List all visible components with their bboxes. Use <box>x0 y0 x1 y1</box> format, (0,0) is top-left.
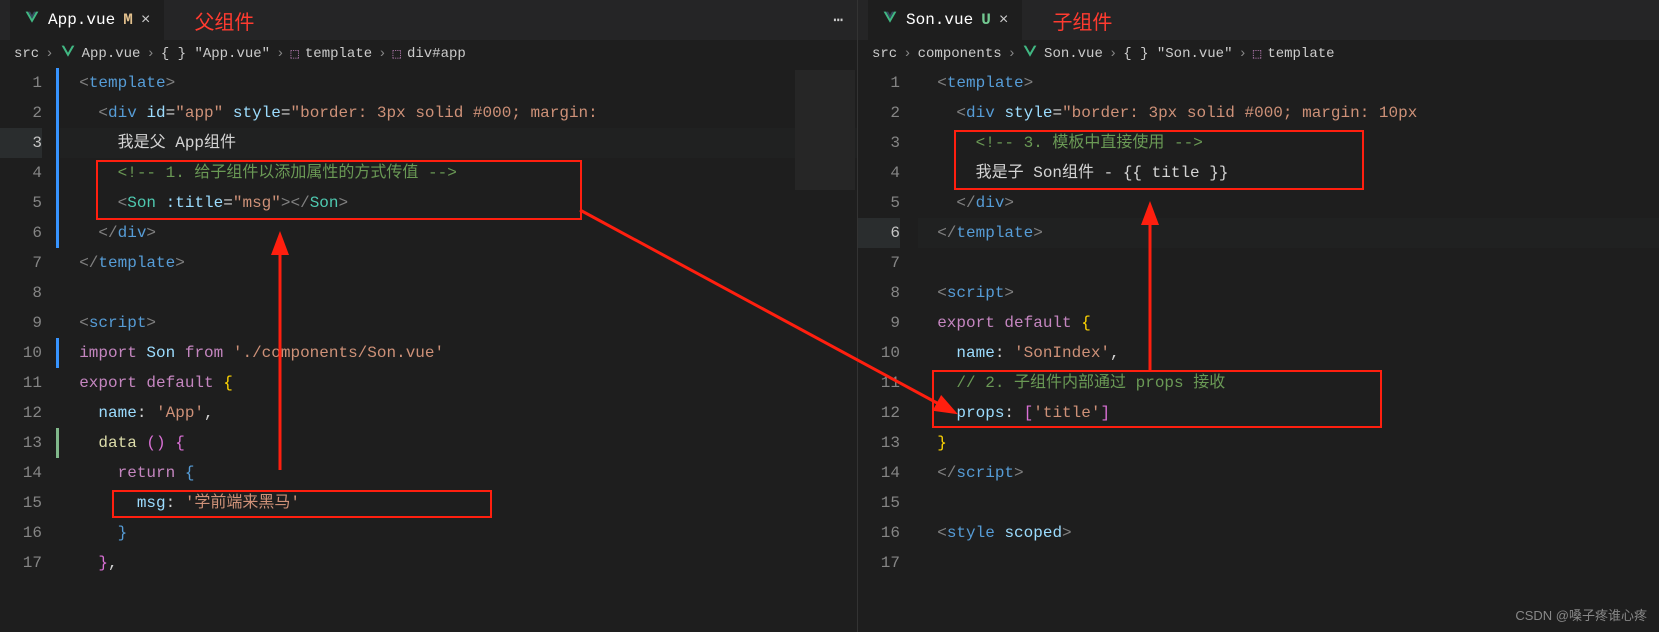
vue-icon <box>882 10 898 31</box>
vue-icon <box>60 44 76 65</box>
tab-son-vue[interactable]: Son.vue U × <box>868 0 1022 40</box>
line-gutter: 1 2 3 4 5 6 7 8 9 10 11 12 13 14 15 16 1… <box>0 68 60 632</box>
symbol-icon: ⬚ <box>1253 46 1261 63</box>
tabbar-right: Son.vue U × 子组件 <box>858 0 1659 40</box>
vue-icon <box>1022 44 1038 65</box>
code-area-right[interactable]: 1234 5678 9101112 1314151617 <template> … <box>858 68 1659 632</box>
close-icon[interactable]: × <box>999 11 1009 29</box>
close-icon[interactable]: × <box>141 11 151 29</box>
code-area-left[interactable]: 1 2 3 4 5 6 7 8 9 10 11 12 13 14 15 16 1… <box>0 68 857 632</box>
minimap[interactable] <box>795 70 855 190</box>
tab-filename: Son.vue <box>906 11 973 29</box>
vue-icon <box>24 10 40 31</box>
symbol-icon: ⬚ <box>290 46 298 63</box>
breadcrumb-right[interactable]: src› components› Son.vue› { } "Son.vue"›… <box>858 40 1659 68</box>
code-content-left[interactable]: <template> <div id="app" style="border: … <box>60 68 857 632</box>
git-modified-badge: M <box>123 11 133 29</box>
editor-panel-left: App.vue M × 父组件 ⋯ src› App.vue› { } "App… <box>0 0 858 632</box>
code-content-right[interactable]: <template> <div style="border: 3px solid… <box>918 68 1659 632</box>
code-comment: // 2. 子组件内部通过 props 接收 <box>956 374 1225 392</box>
tabbar-left: App.vue M × 父组件 ⋯ <box>0 0 857 40</box>
tab-app-vue[interactable]: App.vue M × <box>10 0 164 40</box>
annotation-child: 子组件 <box>1052 6 1112 35</box>
watermark: CSDN @嗓子疼谁心疼 <box>1515 605 1647 624</box>
code-text: 我是父 App组件 <box>118 134 236 152</box>
code-comment: <!-- 1. 给子组件以添加属性的方式传值 --> <box>118 164 457 182</box>
line-gutter: 1234 5678 9101112 1314151617 <box>858 68 918 632</box>
git-untracked-badge: U <box>981 11 991 29</box>
editor-panel-right: Son.vue U × 子组件 src› components› Son.vue… <box>858 0 1659 632</box>
code-comment: <!-- 3. 模板中直接使用 --> <box>976 134 1203 152</box>
breadcrumb-left[interactable]: src› App.vue› { } "App.vue"› ⬚template› … <box>0 40 857 68</box>
annotation-parent: 父组件 <box>194 6 254 35</box>
symbol-icon: ⬚ <box>393 46 401 63</box>
more-icon[interactable]: ⋯ <box>833 10 843 30</box>
tab-filename: App.vue <box>48 11 115 29</box>
